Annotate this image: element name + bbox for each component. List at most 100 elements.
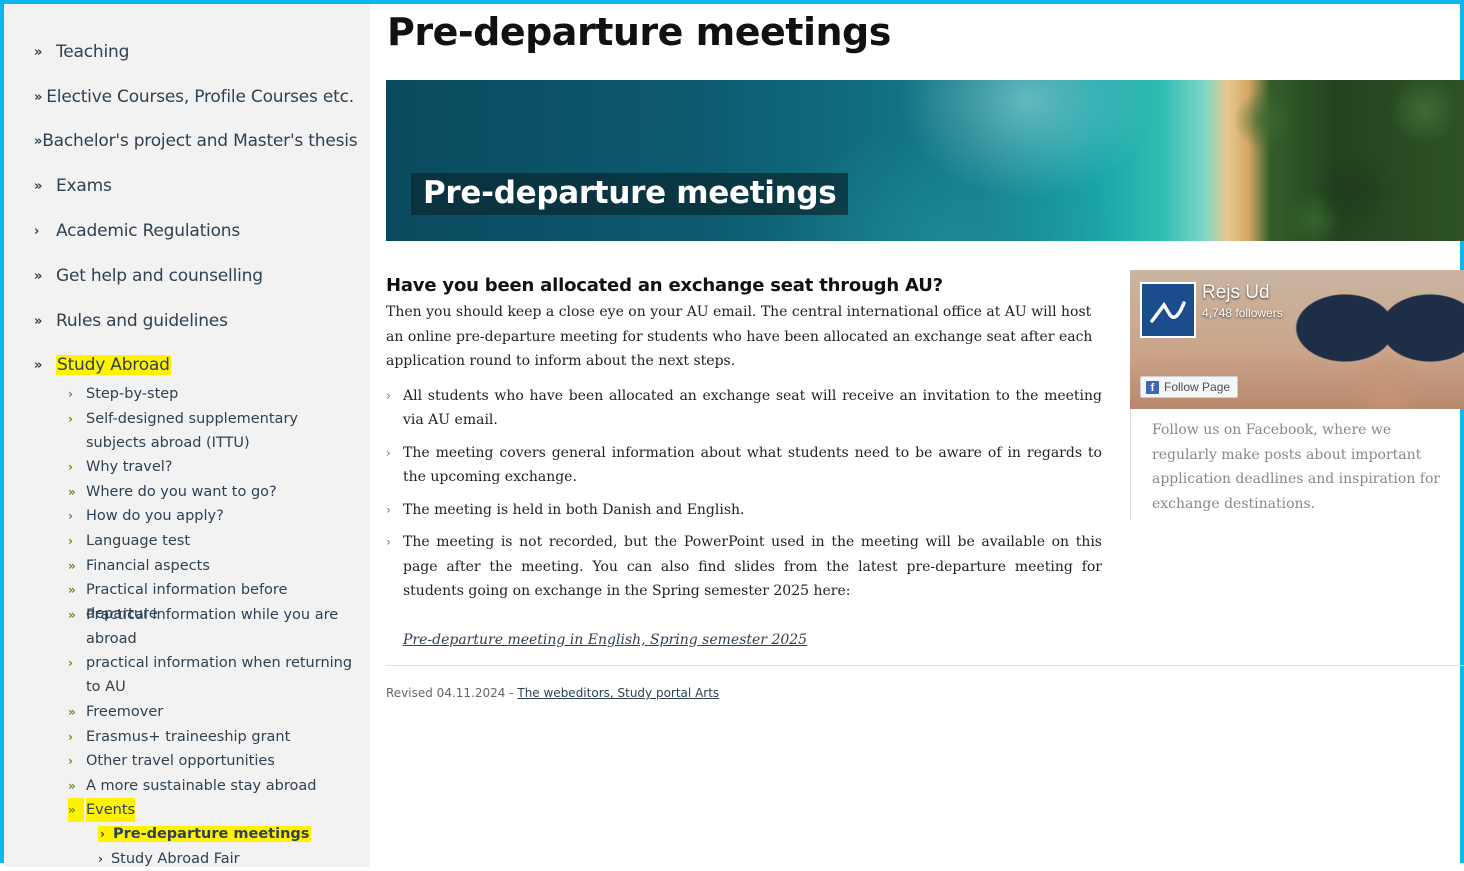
sidebar-subitem-study-abroad-fair[interactable]: › Study Abroad Fair (98, 847, 358, 871)
hero-label: Pre-departure meetings (411, 173, 849, 215)
sidebar-divider (1130, 409, 1131, 521)
sidebar-item-academic-regulations[interactable]: › Academic Regulations (34, 221, 354, 241)
sidebar-subitem-financial-aspects[interactable]: » Financial aspects (68, 554, 358, 578)
sidebar-item-get-help[interactable]: » Get help and counselling (34, 266, 354, 286)
chevron-right-icon: › (68, 730, 73, 744)
sidebar-subitem-ittu[interactable]: › Self-designed supplementary subjects a… (68, 407, 358, 455)
sidebar-subitem-other-travel[interactable]: › Other travel opportunities (68, 749, 358, 773)
double-chevron-icon: » (34, 357, 43, 373)
chevron-right-icon: › (68, 754, 73, 768)
bullet-chevron-icon: › (386, 502, 391, 517)
sidebar-subitem-how-to-apply[interactable]: › How do you apply? (68, 504, 358, 528)
sidebar-item-label: Teaching (56, 42, 130, 62)
sidebar-item-label: Rules and guidelines (56, 311, 228, 331)
sidebar-item-exams[interactable]: » Exams (34, 176, 354, 196)
sidebar-subitem-freemover[interactable]: » Freemover (68, 700, 358, 724)
sidebar-subitem-label: Financial aspects (86, 558, 210, 574)
facebook-followers-count: 4,748 followers (1202, 306, 1283, 320)
hero-image (386, 80, 1464, 241)
chevron-right-icon: › (68, 534, 73, 548)
sidebar-subitem-label: How do you apply? (86, 508, 224, 524)
sidebar-subitem-when-returning[interactable]: › practical information when returning t… (68, 651, 358, 699)
chevron-right-icon: › (68, 387, 73, 401)
sidebar-item-elective-courses[interactable]: » Elective Courses, Profile Courses etc. (34, 87, 354, 107)
sidebar-item-teaching[interactable]: » Teaching (34, 42, 354, 62)
sidebar-subitem-label: Erasmus+ traineeship grant (86, 729, 291, 745)
sidebar-subitem-sustainable[interactable]: » A more sustainable stay abroad (68, 774, 358, 798)
sidebar-item-study-abroad[interactable]: » Study Abroad (34, 355, 354, 375)
sidebar-subitem-label: Step-by-step (86, 386, 179, 402)
sidebar-item-label: Study Abroad (56, 355, 171, 375)
list-item-text: The meeting is held in both Danish and E… (403, 501, 745, 518)
sidebar-subitem-label: practical information when returning to … (86, 655, 353, 695)
list-item: › The meeting is not recorded, but the Po… (386, 530, 1102, 604)
webeditors-link[interactable]: The webeditors, Study portal Arts (517, 686, 719, 700)
sidebar-subitem-label: Study Abroad Fair (110, 851, 240, 867)
list-item-text: The meeting is not recorded, but the Pow… (403, 534, 1102, 599)
current-page-highlight: › Pre-departure meetings (98, 826, 312, 842)
slides-download-link[interactable]: Pre-departure meeting in English, Spring… (403, 632, 807, 648)
chevron-right-icon: › (68, 656, 73, 670)
list-item: › All students who have been allocated an… (386, 384, 1102, 433)
chevron-right-icon: › (98, 852, 103, 866)
sidebar-subitem-erasmus[interactable]: › Erasmus+ traineeship grant (68, 725, 358, 749)
sidebar-nav: » Teaching » Elective Courses, Profile C… (4, 4, 370, 867)
chevron-right-icon: › (100, 827, 105, 841)
rejs-ud-logo-icon[interactable] (1140, 282, 1196, 338)
sidebar-subitem-label: Other travel opportunities (86, 753, 275, 769)
facebook-page-name[interactable]: Rejs Ud (1202, 282, 1270, 304)
sidebar-subitem-label: Pre-departure meetings (112, 826, 310, 842)
double-chevron-icon: » (34, 133, 43, 149)
sidebar-subitem-why-travel[interactable]: › Why travel? (68, 455, 358, 479)
sidebar-subitem-label: A more sustainable stay abroad (86, 778, 317, 794)
sidebar-subitem-pre-departure-meetings[interactable]: › Pre-departure meetings (98, 822, 358, 846)
page-title: Pre-departure meetings (387, 10, 891, 54)
double-chevron-icon: » (34, 268, 43, 284)
list-item: › The meeting covers general information … (386, 441, 1102, 490)
facebook-page-widget[interactable]: Rejs Ud 4,748 followers f Follow Page (1130, 270, 1464, 409)
sidebar-subitem-label: Where do you want to go? (86, 484, 277, 500)
follow-page-button[interactable]: f Follow Page (1140, 376, 1239, 398)
follow-page-label: Follow Page (1164, 380, 1231, 394)
sidebar-item-bachelors-project[interactable]: » Bachelor's project and Master's thesis (34, 131, 358, 151)
revised-date: Revised 04.11.2024 - (386, 686, 518, 700)
sidebar-subitem-while-abroad[interactable]: » Practical information while you are ab… (68, 603, 358, 651)
list-item-text: The meeting covers general information a… (403, 444, 1102, 486)
bullet-chevron-icon: › (386, 388, 391, 403)
facebook-icon: f (1146, 380, 1159, 394)
sidebar-item-rules-guidelines[interactable]: » Rules and guidelines (34, 311, 354, 331)
double-chevron-icon: » (68, 779, 76, 793)
sidebar-subitem-step-by-step[interactable]: › Step-by-step (68, 382, 358, 406)
sidebar-subitem-label: Events (86, 798, 136, 822)
sidebar-subitem-language-test[interactable]: › Language test (68, 529, 358, 553)
double-chevron-icon: » (68, 559, 76, 573)
sidebar-subitem-events[interactable]: » Events (68, 798, 358, 822)
list-item: › The meeting is held in both Danish and … (386, 498, 1102, 523)
bullet-chevron-icon: › (386, 445, 391, 460)
double-chevron-icon: » (68, 705, 76, 719)
facebook-description: Follow us on Facebook, where we regularl… (1152, 422, 1441, 512)
double-chevron-icon: » (68, 583, 76, 597)
section-heading: Have you been allocated an exchange seat… (386, 275, 943, 296)
sidebar-item-label: Exams (56, 176, 112, 196)
double-chevron-icon: » (68, 608, 76, 622)
bullet-list: › All students who have been allocated an… (386, 384, 1102, 604)
chevron-right-icon: › (68, 509, 73, 523)
double-chevron-icon: » (68, 485, 76, 499)
content-divider (386, 665, 1464, 666)
intro-paragraph: Then you should keep a close eye on your… (386, 304, 1093, 369)
double-chevron-icon: » (34, 313, 43, 329)
sidebar-subitem-where-to-go[interactable]: » Where do you want to go? (68, 480, 358, 504)
sidebar-item-label: Get help and counselling (56, 266, 263, 286)
sidebar-subitem-label: Why travel? (86, 459, 173, 475)
sidebar-subitem-label: Language test (86, 533, 191, 549)
article-content: Have you been allocated an exchange seat… (386, 272, 1102, 648)
sidebar-item-label: Elective Courses, Profile Courses etc. (46, 87, 354, 107)
revised-info: Revised 04.11.2024 - The webeditors, Stu… (386, 686, 719, 700)
sidebar-item-label: Bachelor's project and Master's thesis (42, 131, 358, 151)
chevron-right-icon: › (68, 412, 73, 426)
list-item-text: All students who have been allocated an … (403, 387, 1102, 429)
sidebar-subitem-label: Practical information while you are abro… (86, 607, 339, 647)
chevron-right-icon: › (34, 223, 40, 239)
sidebar-subitem-label: Freemover (86, 704, 164, 720)
